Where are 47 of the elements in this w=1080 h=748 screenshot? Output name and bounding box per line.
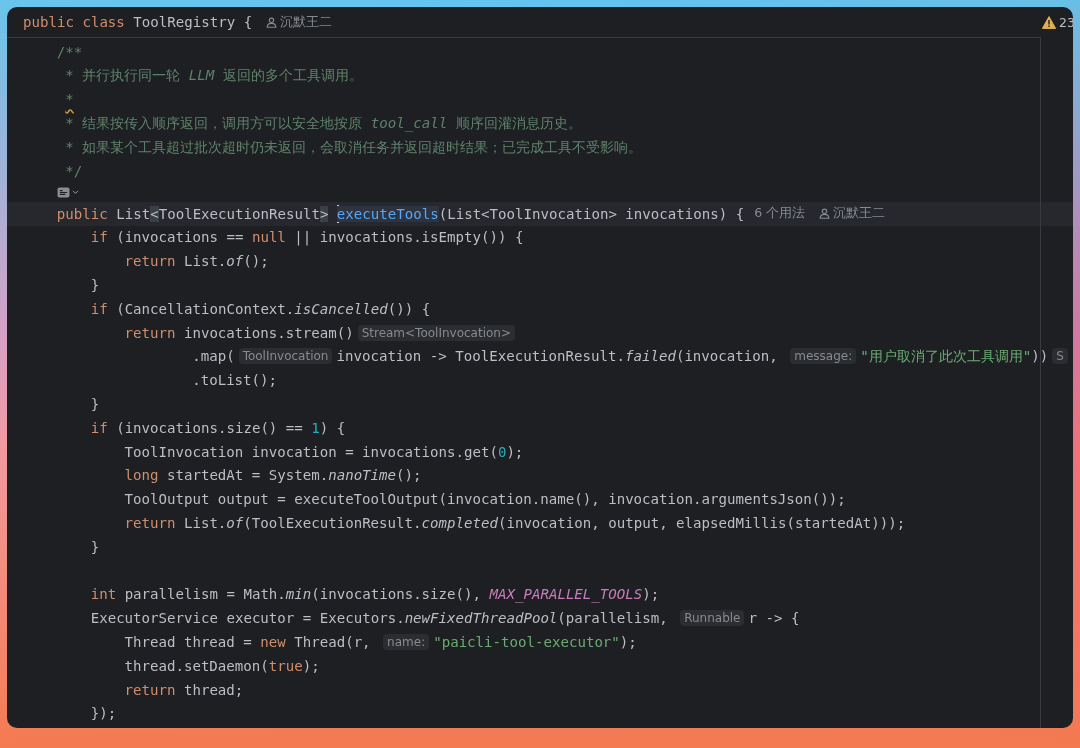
inlay-hint: Runnable bbox=[680, 610, 745, 627]
code-text: public class ToolRegistry { bbox=[23, 14, 253, 30]
rendered-doc-icon[interactable] bbox=[56, 186, 70, 198]
code-text: r -> { bbox=[748, 610, 800, 627]
code-line: if (invocations.size() == 1) { bbox=[90, 419, 346, 436]
code-text: Thread thread = new Thread(r, bbox=[124, 634, 372, 650]
code-text: executeTools(List<ToolInvocation> invocations) { bbox=[336, 205, 745, 222]
inlay-hint: name: bbox=[383, 634, 430, 650]
inlay-hint: S bbox=[1052, 348, 1068, 365]
code-line: ToolOutput output = executeToolOutput(invocation.name(), invocation.argumentsJson()); bbox=[124, 491, 846, 508]
code-line: */ bbox=[65, 162, 83, 179]
code-line: .toList(); bbox=[192, 372, 278, 389]
code-line: /** bbox=[56, 43, 83, 60]
code-line: * bbox=[65, 91, 74, 108]
code-line: thread.setDaemon(true); bbox=[124, 657, 320, 674]
code-text: .map( bbox=[192, 348, 235, 365]
usages-link[interactable]: 6 个用法 bbox=[754, 205, 806, 223]
code-line: return thread; bbox=[124, 681, 244, 698]
warning-icon[interactable] bbox=[1042, 15, 1057, 29]
code-text: "paicli-tool-executor"); bbox=[433, 634, 637, 650]
code-text: invocation -> ToolExecutionResult.failed(invocation, bbox=[336, 348, 779, 365]
code-line: * 并行执行同一轮 LLM 返回的多个工具调用。 bbox=[65, 66, 363, 86]
code-line: * 结果按传入顺序返回，调用方可以安全地按原 tool_call 顺序回灌消息历史。 bbox=[65, 113, 582, 133]
code-line: if (CancellationContext.isCancelled()) { bbox=[90, 300, 431, 317]
code-line: return List.of(ToolExecutionResult.completed(invocation, output, elapsedMillis(startedAt))); bbox=[124, 515, 906, 532]
code-line: ToolInvocation invocation = invocations.get(0); bbox=[124, 443, 524, 460]
code-line: int parallelism = Math.min(invocations.size(), MAX_PARALLEL_TOOLS); bbox=[90, 586, 660, 603]
code-line: }); bbox=[90, 705, 117, 722]
code-line: if (invocations == null || invocations.isEmpty()) { bbox=[90, 229, 524, 246]
code-line: } bbox=[90, 396, 100, 413]
code-line: } bbox=[90, 538, 100, 555]
code-line: long startedAt = System.nanoTime(); bbox=[124, 467, 422, 484]
code-text: "用户取消了此次工具调用")) bbox=[860, 346, 1049, 366]
chevron-down-icon[interactable] bbox=[71, 189, 79, 195]
code-text: public List<ToolExecutionResult> bbox=[56, 205, 329, 222]
code-line: * 如果某个工具超过批次超时仍未返回，会取消任务并返回超时结果；已完成工具不受影响。 bbox=[65, 137, 643, 157]
author-name[interactable]: 沉默王二 bbox=[280, 13, 333, 31]
author-name[interactable]: 沉默王二 bbox=[833, 205, 886, 223]
inlay-hint: Stream<ToolInvocation> bbox=[357, 324, 515, 341]
inlay-hint: message: bbox=[790, 348, 857, 365]
code-line: return List.of(); bbox=[124, 253, 269, 270]
code-text: return invocations.stream() bbox=[124, 324, 354, 341]
inlay-hint: ToolInvocation bbox=[238, 348, 333, 365]
user-icon bbox=[819, 208, 831, 220]
code-line: } bbox=[90, 277, 100, 294]
user-icon bbox=[266, 16, 278, 28]
code-text: ExecutorService executor = Executors.newFixedThreadPool(parallelism, bbox=[90, 610, 669, 627]
